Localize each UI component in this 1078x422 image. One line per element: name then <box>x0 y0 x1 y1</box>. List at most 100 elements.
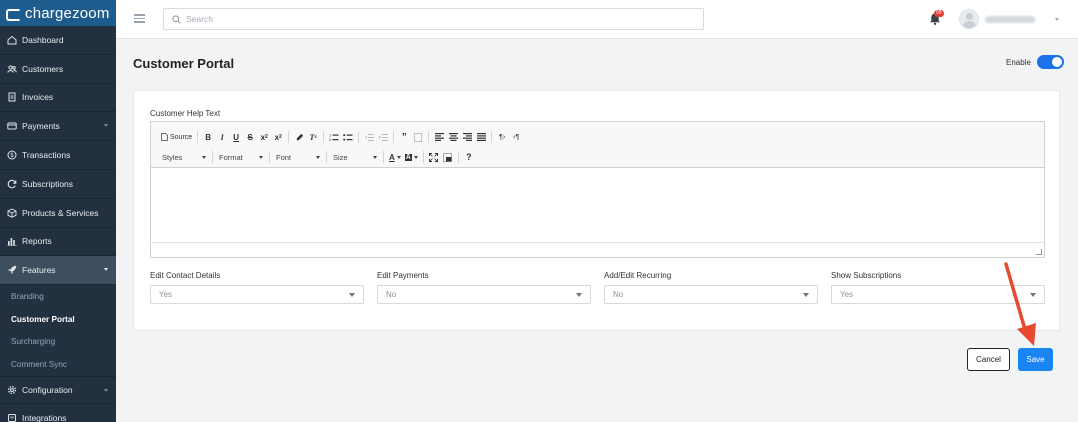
format-dropdown[interactable]: Format <box>216 150 266 164</box>
superscript-button[interactable]: x2 <box>271 129 285 145</box>
align-left-icon[interactable] <box>432 129 446 145</box>
enable-control: Enable <box>1006 55 1064 69</box>
show-blocks-icon[interactable] <box>441 149 455 165</box>
search-box[interactable] <box>163 8 704 30</box>
source-button[interactable]: Source <box>159 129 194 145</box>
sidebar-item-reports[interactable]: Reports <box>0 228 116 257</box>
field-label: Edit Payments <box>377 271 429 280</box>
search-input[interactable] <box>186 14 686 24</box>
strikethrough-button[interactable]: S <box>243 129 257 145</box>
sidebar-item-products-services[interactable]: Products & Services <box>0 199 116 228</box>
background-color-icon[interactable]: A <box>403 149 420 165</box>
plug-icon <box>8 414 16 422</box>
edit-payments-select[interactable]: No <box>377 285 591 304</box>
sidebar-item-label: Payments <box>22 121 60 132</box>
text-direction-ltr-icon[interactable]: ¶› <box>495 129 509 145</box>
sidebar-item-configuration[interactable]: Configuration <box>0 375 116 405</box>
sidebar-item-transactions[interactable]: $ Transactions <box>0 141 116 170</box>
sidebar-subitem-surcharging[interactable]: Surcharging <box>0 330 116 353</box>
chevron-down-icon <box>803 292 809 297</box>
numbered-list-icon[interactable]: 12 <box>327 129 341 145</box>
box-icon <box>7 208 17 218</box>
underline-button[interactable]: U <box>229 129 243 145</box>
sidebar-subitem-comment-sync[interactable]: Comment Sync <box>0 353 116 376</box>
align-justify-icon[interactable] <box>474 129 488 145</box>
chevron-down-icon <box>1030 292 1036 297</box>
user-menu[interactable] <box>959 9 1059 29</box>
source-label: Source <box>170 133 193 141</box>
save-button[interactable]: Save <box>1018 348 1053 371</box>
subscript-button[interactable]: x2 <box>257 129 271 145</box>
sidebar-item-label: Dashboard <box>22 34 64 45</box>
text-direction-rtl-icon[interactable]: ‹¶ <box>509 129 523 145</box>
sidebar-subitem-branding[interactable]: Branding <box>0 285 116 308</box>
select-value: No <box>613 290 624 299</box>
sidebar-item-invoices[interactable]: Invoices <box>0 84 116 113</box>
show-subscriptions-select[interactable]: Yes <box>831 285 1045 304</box>
home-icon <box>7 35 17 45</box>
sidebar-item-label: Configuration <box>22 384 73 395</box>
select-value: Yes <box>840 290 854 299</box>
copy-format-icon[interactable] <box>292 129 306 145</box>
sidebar-item-dashboard[interactable]: Dashboard <box>0 26 116 55</box>
edit-contact-details-field: Edit Contact Details Yes <box>150 271 364 304</box>
blockquote-icon[interactable]: ” <box>397 129 411 145</box>
sidebar-item-features[interactable]: Features <box>0 256 116 286</box>
sidebar-item-customers[interactable]: Customers <box>0 55 116 84</box>
bold-button[interactable]: B <box>201 129 215 145</box>
chevron-down-icon <box>373 155 377 159</box>
editor-footer <box>151 242 1044 257</box>
chevron-down-icon <box>104 268 108 272</box>
chevron-down-icon <box>259 155 263 159</box>
sidebar-item-label: Customers <box>22 63 64 74</box>
cancel-button[interactable]: Cancel <box>967 348 1010 371</box>
sidebar-item-label: Integrations <box>22 413 67 422</box>
add-edit-recurring-field: Add/Edit Recurring No <box>604 271 818 304</box>
rich-text-editor: Source B I U S x2 x2 Tx 12 ” ¶› ‹¶ Style… <box>150 121 1045 258</box>
sidebar-item-integrations[interactable]: Integrations <box>0 404 116 422</box>
maximize-icon[interactable] <box>427 149 441 165</box>
chargezoom-logo-icon <box>6 7 21 21</box>
sidebar-item-label: Transactions <box>22 150 71 161</box>
sidebar-item-subscriptions[interactable]: Subscriptions <box>0 170 116 199</box>
sidebar-item-label: Subscriptions <box>22 178 74 189</box>
brand-logo[interactable]: chargezoom <box>0 0 116 26</box>
help-icon[interactable]: ? <box>462 149 476 165</box>
resize-handle-icon[interactable] <box>1036 249 1042 255</box>
rocket-icon <box>8 266 17 275</box>
remove-format-icon[interactable]: Tx <box>306 129 320 145</box>
show-subscriptions-field: Show Subscriptions Yes <box>831 271 1045 304</box>
editor-content-area[interactable] <box>151 168 1044 242</box>
invoice-icon <box>8 92 16 102</box>
bulleted-list-icon[interactable] <box>341 129 355 145</box>
add-edit-recurring-select[interactable]: No <box>604 285 818 304</box>
styles-dropdown[interactable]: Styles <box>159 150 209 164</box>
sidebar-item-label: Features <box>22 265 56 276</box>
menu-toggle-icon[interactable] <box>134 14 145 23</box>
chevron-down-icon <box>1055 17 1059 21</box>
text-color-icon[interactable]: A <box>387 149 403 165</box>
search-icon <box>172 14 181 24</box>
size-dropdown[interactable]: Size <box>330 150 380 164</box>
italic-button[interactable]: I <box>215 129 229 145</box>
field-label: Add/Edit Recurring <box>604 271 672 280</box>
user-name-redacted <box>985 15 1035 23</box>
div-container-icon[interactable] <box>411 129 425 145</box>
chevron-down-icon <box>316 155 320 159</box>
sidebar-subitem-customer-portal[interactable]: Customer Portal <box>0 308 116 331</box>
styles-label: Styles <box>162 152 183 162</box>
document-icon <box>161 133 168 141</box>
outdent-icon[interactable] <box>362 129 376 145</box>
indent-icon[interactable] <box>376 129 390 145</box>
font-dropdown[interactable]: Font <box>273 150 323 164</box>
sidebar-item-label: Invoices <box>22 92 54 103</box>
sidebar-item-payments[interactable]: Payments <box>0 112 116 142</box>
align-center-icon[interactable] <box>446 129 460 145</box>
gear-icon <box>7 385 17 395</box>
card-icon <box>7 122 17 130</box>
enable-toggle[interactable] <box>1036 55 1064 69</box>
editor-toolbar: Source B I U S x2 x2 Tx 12 ” ¶› ‹¶ Style… <box>151 122 1044 168</box>
align-right-icon[interactable] <box>460 129 474 145</box>
edit-contact-details-select[interactable]: Yes <box>150 285 364 304</box>
size-label: Size <box>333 152 348 162</box>
